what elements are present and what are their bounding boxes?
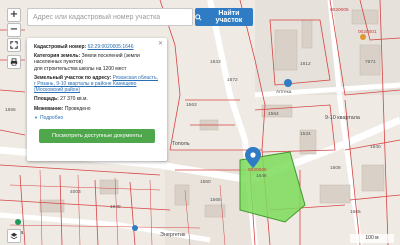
use-value: для строительства школы на 1200 мест: [34, 65, 127, 72]
map-label-number: 1563: [186, 103, 197, 108]
map-label-number: 1608: [330, 166, 341, 171]
map-label-zone-top: 0020005: [330, 8, 349, 13]
map-label-number: 1640: [370, 145, 381, 150]
cadastral-label: Кадастровый номер:: [34, 44, 87, 50]
map-label-zone-mid: 0020005: [248, 168, 267, 173]
address-label: Земельный участок по адресу:: [34, 74, 112, 81]
cadastral-row: Кадастровый номер: 62:29:0020005:1646: [34, 44, 160, 50]
search-button-label: Найти участок: [215, 10, 243, 24]
map-label-number: 4003: [70, 190, 81, 195]
close-icon[interactable]: ✕: [158, 41, 163, 47]
zoom-out-button[interactable]: −: [7, 23, 21, 37]
layers-icon: [10, 232, 18, 240]
expand-icon: [10, 41, 18, 49]
print-icon: [10, 58, 18, 66]
map-label-quarter: 9-10 квартала: [325, 115, 360, 121]
map-scale: 100 м: [350, 234, 394, 243]
survey-row: Межевание: Проведено: [34, 106, 160, 112]
category-row: Категория земель: Земли поселений (земли…: [34, 53, 160, 72]
search-input[interactable]: [27, 8, 193, 26]
cadastral-number-link[interactable]: 62:29:0020005:1646: [88, 44, 134, 50]
map-label-number: 1672: [227, 78, 238, 83]
map-label-number: 1565: [350, 210, 361, 215]
map-label-number: 1649: [110, 205, 121, 210]
more-link-label: Подробно: [39, 114, 64, 121]
map-label-number: 1564: [268, 112, 279, 117]
zoom-in-button[interactable]: +: [7, 8, 21, 22]
search-icon: [195, 13, 202, 21]
category-label: Категория земель:: [34, 53, 81, 60]
map-label-number: 1612: [300, 62, 311, 67]
map-label-poplar: Тополь: [172, 141, 190, 147]
map-label-selected-number: 1646: [256, 174, 267, 179]
parcel-info-popup: ✕ Кадастровый номер: 62:29:0020005:1646 …: [27, 38, 167, 161]
map-label-energetik: Энергетик: [160, 232, 186, 238]
map-label-number: 1656: [5, 108, 16, 113]
triangle-down-icon: ▼: [34, 114, 38, 120]
map-label-number: 1633: [210, 60, 221, 65]
map-label-pharmacy: Аптека: [276, 90, 292, 95]
map-label-number: 7671: [365, 60, 376, 65]
map-label-number: 1534: [300, 132, 311, 137]
more-link[interactable]: ▼ Подробно: [34, 115, 160, 121]
address-row: Земельный участок по адресу: Рязанская о…: [34, 75, 160, 94]
area-label: Площадь:: [34, 96, 59, 103]
map-label-number: 1565: [210, 198, 221, 203]
print-button[interactable]: [7, 55, 21, 69]
search-button[interactable]: Найти участок: [195, 8, 253, 26]
map-label-number: 1560: [200, 180, 211, 185]
area-row: Площадь: 27 370 кв.м.: [34, 96, 160, 102]
survey-label: Межевание:: [34, 105, 64, 112]
show-documents-button[interactable]: Посмотреть доступные документы: [39, 129, 155, 144]
map-label-zone-top2: 0020001: [358, 30, 377, 35]
layers-button[interactable]: [7, 229, 21, 243]
fullscreen-button[interactable]: [7, 38, 21, 52]
area-value: 27 370 кв.м.: [60, 96, 88, 103]
survey-value: Проведено: [64, 105, 91, 112]
